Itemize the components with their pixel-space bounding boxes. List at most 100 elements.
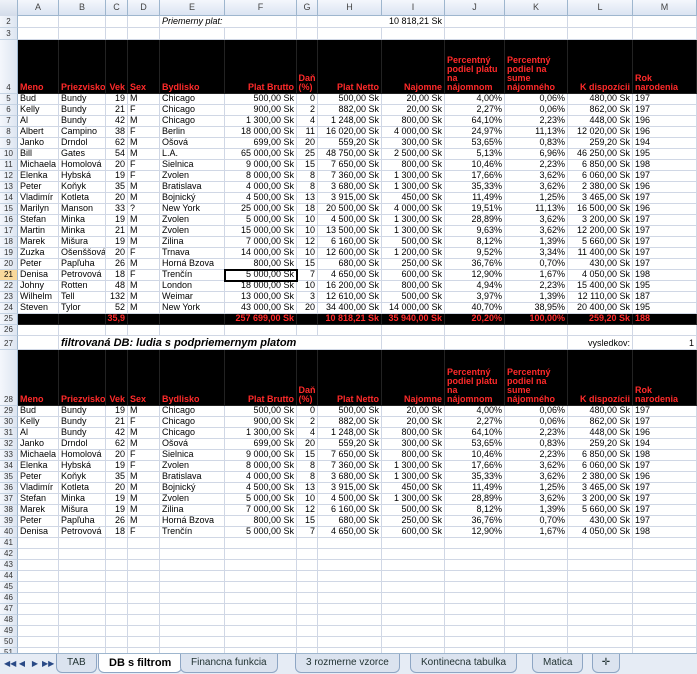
table-cell[interactable]: Minka: [59, 226, 106, 237]
cell[interactable]: [297, 637, 318, 648]
table-cell[interactable]: Kelly: [18, 417, 59, 428]
cell[interactable]: [633, 604, 697, 615]
table-cell[interactable]: Bratislava: [160, 182, 225, 193]
row-header[interactable]: 31: [0, 428, 18, 439]
table-cell[interactable]: Bundy: [59, 406, 106, 417]
table-cell[interactable]: 862,00 Sk: [568, 417, 633, 428]
table-cell[interactable]: M: [128, 303, 160, 314]
table-cell[interactable]: 3 200,00 Sk: [568, 215, 633, 226]
table-cell[interactable]: 21: [106, 417, 128, 428]
table-cell[interactable]: 38: [106, 127, 128, 138]
table-cell[interactable]: 0,06%: [505, 417, 568, 428]
table-cell[interactable]: 448,00 Sk: [568, 428, 633, 439]
table-cell[interactable]: Chicago: [160, 406, 225, 417]
table-cell[interactable]: 1 300,00 Sk: [382, 226, 445, 237]
row-header[interactable]: 22: [0, 281, 18, 292]
table-cell[interactable]: 3,62%: [505, 171, 568, 182]
table-cell[interactable]: 6 060,00 Sk: [568, 171, 633, 182]
cell[interactable]: [59, 549, 106, 560]
table-cell[interactable]: Ošová: [160, 439, 225, 450]
table-cell[interactable]: Chicago: [160, 428, 225, 439]
table-cell[interactable]: 4 050,00 Sk: [568, 527, 633, 538]
active-cell[interactable]: 5 000,00 Sk: [225, 270, 297, 281]
cell[interactable]: [106, 582, 128, 593]
table-cell[interactable]: 1 300,00 Sk: [225, 116, 297, 127]
column-heading-bydlisko[interactable]: Bydlisko: [160, 350, 225, 406]
cell[interactable]: [160, 637, 225, 648]
table-cell[interactable]: 7 360,00 Sk: [318, 461, 382, 472]
row-header[interactable]: 23: [0, 292, 18, 303]
table-cell[interactable]: 5 660,00 Sk: [568, 505, 633, 516]
table-cell[interactable]: 35: [106, 472, 128, 483]
row-header[interactable]: 2: [0, 16, 18, 28]
column-heading-vek[interactable]: Vek: [106, 350, 128, 406]
cell[interactable]: [445, 549, 505, 560]
table-cell[interactable]: Peter: [18, 516, 59, 527]
total-vek[interactable]: 35,9: [106, 314, 128, 325]
column-heading-dan[interactable]: Daň (%): [297, 350, 318, 406]
cell[interactable]: [568, 549, 633, 560]
table-cell[interactable]: Tylor: [59, 303, 106, 314]
column-header-B[interactable]: B: [59, 0, 106, 16]
table-cell[interactable]: 10: [297, 226, 318, 237]
table-cell[interactable]: 4 500,00 Sk: [225, 483, 297, 494]
cell[interactable]: [128, 538, 160, 549]
cell[interactable]: [382, 626, 445, 637]
table-cell[interactable]: 20: [106, 160, 128, 171]
cell[interactable]: [505, 560, 568, 571]
table-cell[interactable]: 10: [297, 215, 318, 226]
table-cell[interactable]: 0,70%: [505, 516, 568, 527]
table-cell[interactable]: 2,23%: [505, 450, 568, 461]
row-header[interactable]: 37: [0, 494, 18, 505]
cell[interactable]: [382, 560, 445, 571]
cell[interactable]: [382, 538, 445, 549]
cell[interactable]: [106, 593, 128, 604]
cell[interactable]: [568, 626, 633, 637]
table-cell[interactable]: Bundy: [59, 417, 106, 428]
table-cell[interactable]: 197: [633, 417, 697, 428]
table-cell[interactable]: 197: [633, 94, 697, 105]
table-cell[interactable]: 53,65%: [445, 439, 505, 450]
table-cell[interactable]: 4 000,00 Sk: [382, 127, 445, 138]
cell[interactable]: [59, 314, 106, 325]
table-cell[interactable]: 2: [297, 105, 318, 116]
cell[interactable]: [160, 325, 225, 336]
sheet-tab[interactable]: 3 rozmerne vzorce: [295, 654, 400, 673]
table-cell[interactable]: 6 850,00 Sk: [568, 160, 633, 171]
table-cell[interactable]: 17,66%: [445, 461, 505, 472]
table-cell[interactable]: 1,39%: [505, 237, 568, 248]
cell[interactable]: [318, 626, 382, 637]
table-cell[interactable]: 16 500,00 Sk: [568, 204, 633, 215]
table-cell[interactable]: M: [128, 516, 160, 527]
cell[interactable]: [382, 637, 445, 648]
cell[interactable]: [128, 28, 160, 40]
cell[interactable]: [445, 571, 505, 582]
cell[interactable]: [128, 560, 160, 571]
table-cell[interactable]: 52: [106, 303, 128, 314]
total-dispozicia[interactable]: 259,20 Sk: [568, 314, 633, 325]
table-cell[interactable]: F: [128, 127, 160, 138]
table-cell[interactable]: 19: [106, 237, 128, 248]
table-cell[interactable]: 1,39%: [505, 505, 568, 516]
table-cell[interactable]: M: [128, 505, 160, 516]
table-cell[interactable]: 195: [633, 149, 697, 160]
table-cell[interactable]: 800,00 Sk: [382, 450, 445, 461]
table-cell[interactable]: 18: [106, 270, 128, 281]
table-cell[interactable]: 11,49%: [445, 193, 505, 204]
row-header[interactable]: 25: [0, 314, 18, 325]
row-header[interactable]: 33: [0, 450, 18, 461]
table-cell[interactable]: Štefan: [18, 494, 59, 505]
sheet-tab[interactable]: DB s filtrom: [98, 654, 183, 673]
table-cell[interactable]: 5 000,00 Sk: [225, 494, 297, 505]
table-cell[interactable]: Martin: [18, 226, 59, 237]
table-cell[interactable]: 1,25%: [505, 483, 568, 494]
table-cell[interactable]: Mišura: [59, 237, 106, 248]
prev-sheet-icon[interactable]: ◀: [17, 658, 27, 670]
table-cell[interactable]: 20: [297, 138, 318, 149]
table-cell[interactable]: M: [128, 149, 160, 160]
cell[interactable]: [225, 560, 297, 571]
table-cell[interactable]: 4 500,00 Sk: [225, 193, 297, 204]
cell[interactable]: [18, 593, 59, 604]
table-cell[interactable]: Horná Bzova: [160, 516, 225, 527]
table-cell[interactable]: F: [128, 270, 160, 281]
